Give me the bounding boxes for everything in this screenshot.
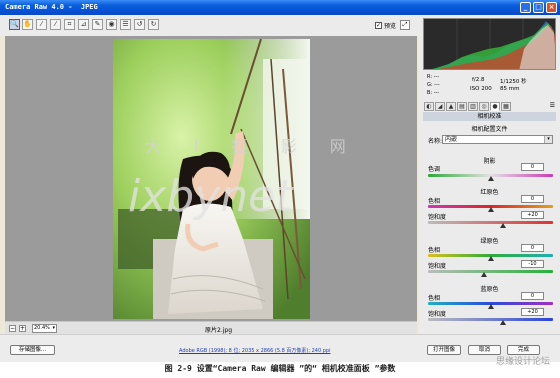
adjustment-panel: R: --- G: --- B: --- f/2.8 1/1250 秒 ISO … [419,15,560,334]
blue-hue-handle[interactable] [487,304,494,309]
lens-icon: ◎ [481,103,487,110]
r-readout: R: --- [427,74,440,80]
chevron-down-icon: ▾ [544,136,552,143]
aperture-value: f/2.8 [472,77,485,83]
zoom-value: 20.4% [34,325,50,331]
tab-lens[interactable]: ◎ [479,102,489,111]
zoom-level-select[interactable]: 20.4% ▾ [32,324,57,333]
zoom-in-button[interactable]: + [19,325,26,332]
iso-value: ISO 200 [470,86,492,92]
rotate-right-icon[interactable]: ↻ [148,19,159,30]
shutter-value: 1/1250 秒 [500,79,527,85]
zoom-icon[interactable]: 🔍 [9,19,20,30]
shadows-tint-label: 色调 [428,166,441,173]
red-hue-input[interactable]: 0 [521,195,544,203]
camera-raw-window: Camera Raw 4.0 - JPEG _ □ × 🔍 ✋ ⁄ ⁄ ⌗ ⊿ ✎ ◉ ☰ ↺ ↻ … [0,0,560,362]
watermark-text: 大 ⅼ 摄 影 网 [145,137,360,156]
shadows-tint-input[interactable]: 0 [521,163,544,171]
tab-presets[interactable]: ▦ [501,102,511,111]
profile-heading: 相机配置文件 [471,126,508,133]
red-saturation-handle[interactable] [500,223,506,228]
g-readout: G: --- [427,82,440,88]
tab-basic[interactable]: ◐ [424,102,434,111]
workflow-options-link[interactable]: Adobe RGB (1998); 8 位; 2035 x 2866 (5.8 … [179,347,330,354]
histogram [423,18,556,70]
tab-split-toning[interactable]: ▥ [468,102,478,111]
tab-tone-curve[interactable]: ◢ [435,102,445,111]
camera-profile-select[interactable]: 内嵌 ▾ [442,135,553,144]
red-saturation-label: 饱和度 [428,214,447,221]
curve-icon: ◢ [437,103,443,110]
green-hue-handle[interactable] [487,256,494,261]
aperture-icon: ◐ [426,103,432,110]
blue-saturation-input[interactable]: +20 [521,308,544,316]
shadows-tint-handle[interactable] [487,176,494,181]
tab-camera-calibration[interactable]: ● [490,102,500,111]
hsl-icon: ▤ [459,103,465,110]
crop-icon[interactable]: ⌗ [64,19,75,30]
red-hue-label: 色相 [428,198,441,205]
save-image-button[interactable]: 存储图像... [10,345,55,355]
maximize-button[interactable]: □ [533,2,544,13]
figure-caption: 图 2-9 设置“Camera Raw 编辑器 ”的“ 相机校准面板 ”参数 [164,364,396,373]
blue-saturation-label: 饱和度 [428,311,447,318]
status-bar: − + 20.4% ▾ 原片2.jpg [5,321,417,334]
blue-saturation-slider[interactable] [428,318,553,321]
green-saturation-label: 饱和度 [428,263,447,270]
profile-name-value: 内嵌 [445,136,458,143]
chevron-down-icon: ▾ [52,325,55,331]
zoom-out-button[interactable]: − [9,325,16,332]
hand-icon[interactable]: ✋ [22,19,33,30]
green-hue-label: 色相 [428,247,441,254]
red-saturation-input[interactable]: +20 [521,211,544,219]
rotate-left-icon[interactable]: ↺ [134,19,145,30]
tab-hsl[interactable]: ▤ [457,102,467,111]
profile-name-label: 名称: [428,138,443,145]
red-saturation-slider[interactable] [428,221,553,224]
site-watermark: 思缘设计论坛 [495,357,550,367]
preferences-icon[interactable]: ☰ [120,19,131,30]
fullscreen-icon[interactable]: ⤢ [400,20,410,30]
split-toning-icon: ▥ [470,103,476,110]
blue-hue-label: 色相 [428,295,441,302]
blue-hue-input[interactable]: 0 [521,292,544,300]
panel-title: 相机校准 [423,112,556,121]
red-eye-icon[interactable]: ◉ [106,19,117,30]
retouch-icon[interactable]: ✎ [92,19,103,30]
red-hue-handle[interactable] [487,207,494,212]
minimize-button[interactable]: _ [520,2,531,13]
white-balance-icon[interactable]: ⁄ [36,19,47,30]
panel-menu-icon[interactable]: ☰ [550,102,555,109]
watermark-logo: ixbynet [128,171,293,222]
green-saturation-handle[interactable] [481,272,488,277]
green-saturation-slider[interactable] [428,270,553,273]
straighten-icon[interactable]: ⊿ [78,19,89,30]
green-hue-input[interactable]: 0 [521,244,544,252]
detail-icon: ▲ [448,103,454,110]
close-button[interactable]: × [546,2,557,13]
presets-icon: ▦ [503,103,509,110]
preview-checkbox[interactable]: ✓ [375,22,382,29]
open-image-button[interactable]: 打开图像 [427,345,461,355]
title-bar[interactable]: Camera Raw 4.0 - JPEG _ □ × [0,0,560,15]
camera-icon: ● [492,103,498,110]
panel-tabs: ◐ ◢ ▲ ▤ ▥ ◎ ● ▦ ☰ [423,100,556,112]
focal-length-value: 85 mm [500,86,520,92]
green-saturation-input[interactable]: -10 [521,260,544,268]
image-preview-area[interactable]: 大 ⅼ 摄 影 网 ixbynet [5,36,417,321]
color-sampler-icon[interactable]: ⁄ [50,19,61,30]
file-name: 原片2.jpg [205,327,233,334]
window-title: Camera Raw 4.0 - JPEG [5,3,98,11]
bottom-bar: 存储图像... Adobe RGB (1998); 8 位; 2035 x 28… [0,334,560,362]
b-readout: B: --- [427,90,440,96]
figure-caption-bar: 图 2-9 设置“Camera Raw 编辑器 ”的“ 相机校准面板 ”参数 思… [0,357,560,378]
blue-saturation-handle[interactable] [500,320,506,325]
preview-label: 预览 [384,23,397,30]
tab-detail[interactable]: ▲ [446,102,456,111]
